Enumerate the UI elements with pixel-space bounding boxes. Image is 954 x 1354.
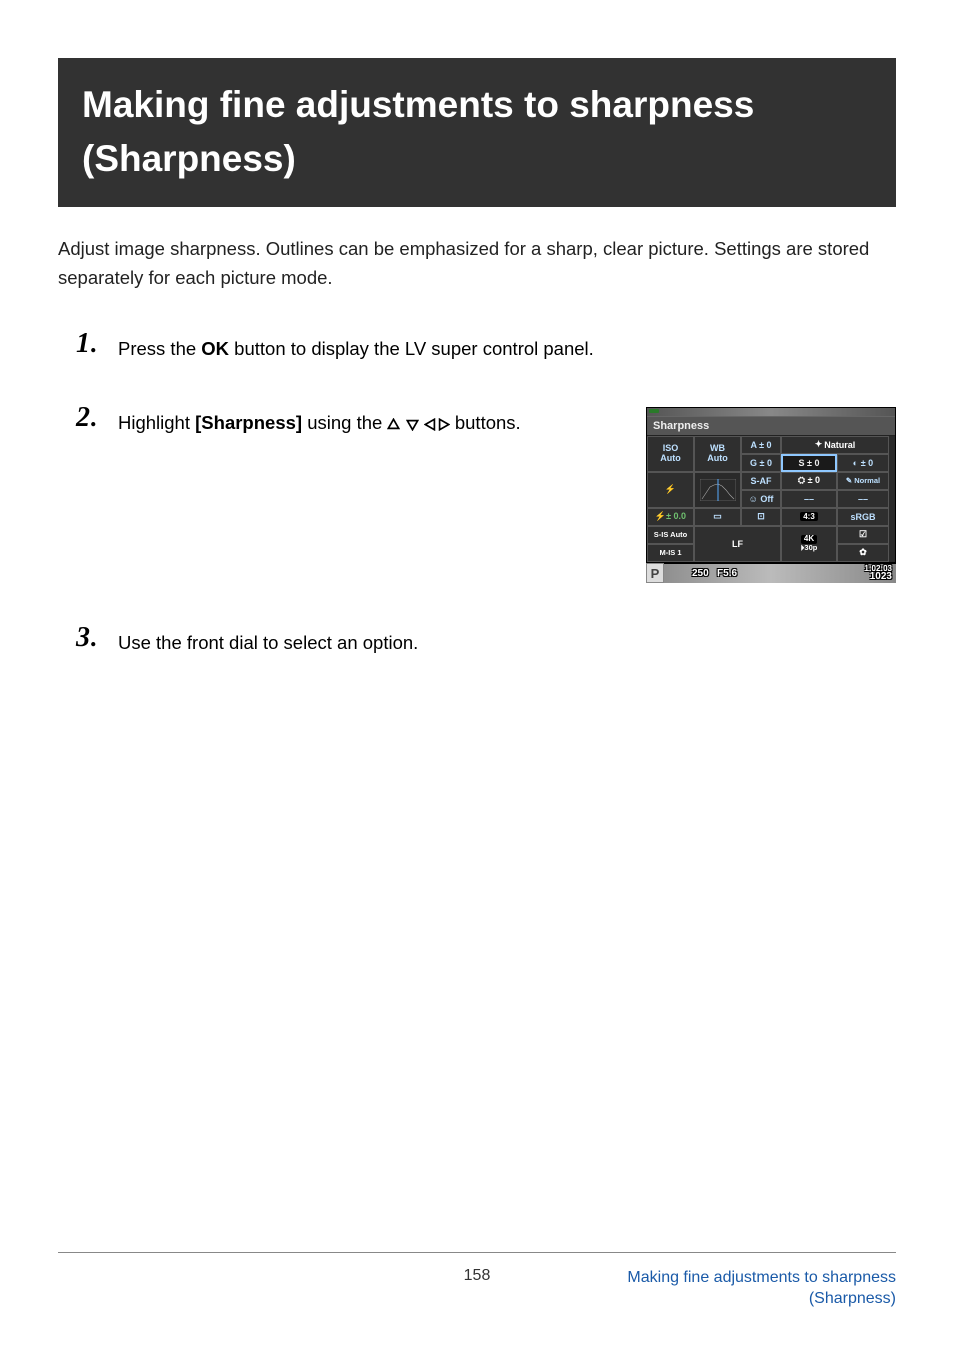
lv-video-quality: 4K⏵30p bbox=[781, 526, 837, 562]
lv-aspect: 4:3 bbox=[781, 508, 837, 526]
lv-bottom-bar: P 250 F5.6 1:02:03 1023 bbox=[646, 563, 896, 583]
page-number: 158 bbox=[464, 1267, 491, 1285]
step-2: 2. Highlight [Sharpness] using the bbox=[58, 407, 896, 583]
lv-super-control-panel: Sharpness ISOAuto WBAuto A ± 0 ✦Natural bbox=[646, 407, 896, 583]
lv-shutter: 250 bbox=[692, 568, 709, 579]
step-1: 1. Press the OK button to display the LV… bbox=[58, 333, 896, 363]
lv-saturation: ⛭ ± 0 bbox=[781, 472, 837, 490]
step-3-text: Use the front dial to select an option. bbox=[118, 627, 896, 656]
lv-af-mode: S-AF bbox=[741, 472, 781, 490]
lv-gradation: ✎ Normal bbox=[837, 472, 889, 490]
lv-still-is: S-IS Auto bbox=[647, 526, 694, 544]
lv-effect-1: –– bbox=[781, 490, 837, 508]
intro-paragraph: Adjust image sharpness. Outlines can be … bbox=[58, 235, 896, 292]
lv-face-priority: ☺ Off bbox=[741, 490, 781, 508]
lv-drive-mode: ▭ bbox=[694, 508, 741, 526]
step-number-2: 2. bbox=[76, 402, 97, 434]
lv-g-shift: G ± 0 bbox=[741, 454, 781, 472]
lv-fstop: F5.6 bbox=[717, 568, 737, 579]
title-line-2: (Sharpness) bbox=[82, 132, 872, 186]
lv-contrast-value: ◐ ± 0 bbox=[837, 454, 889, 472]
lv-a-shift: A ± 0 bbox=[741, 436, 781, 454]
arrow-left-icon bbox=[424, 412, 437, 438]
arrow-up-icon bbox=[387, 412, 400, 438]
lv-flash-comp: ⚡± 0.0 bbox=[647, 508, 694, 526]
step-1-text: Press the OK button to display the LV su… bbox=[118, 333, 896, 362]
lv-sharpness-value: S ± 0 bbox=[781, 454, 837, 472]
arrow-right-icon bbox=[437, 412, 450, 438]
lv-metering: ⊡ bbox=[741, 508, 781, 526]
steps-list: 1. Press the OK button to display the LV… bbox=[58, 333, 896, 657]
lv-image-quality: LF bbox=[694, 526, 781, 562]
arrow-down-icon bbox=[406, 412, 419, 438]
step-2-text: Highlight [Sharpness] using the buttons. bbox=[118, 407, 626, 438]
lv-flash-mode: ⚡ bbox=[647, 472, 694, 508]
lv-histogram bbox=[694, 472, 741, 508]
lv-assign-2: ✿ bbox=[837, 544, 889, 562]
lv-top-bar bbox=[647, 408, 895, 416]
lv-effect-2: –– bbox=[837, 490, 889, 508]
lv-color-space: sRGB bbox=[837, 508, 889, 526]
lv-assign-1: ☑ bbox=[837, 526, 889, 544]
step-number-1: 1. bbox=[76, 328, 97, 360]
lv-movie-is: M-IS 1 bbox=[647, 544, 694, 562]
step-3: 3. Use the front dial to select an optio… bbox=[58, 627, 896, 657]
lv-shots-remaining: 1023 bbox=[870, 571, 892, 582]
lv-header: Sharpness bbox=[647, 416, 895, 436]
title-line-1: Making fine adjustments to sharpness bbox=[82, 78, 872, 132]
footer-section-link[interactable]: Making fine adjustments to sharpness (Sh… bbox=[627, 1267, 896, 1310]
lv-wb: WBAuto bbox=[694, 436, 741, 472]
histogram-icon bbox=[700, 479, 736, 501]
page-title-block: Making fine adjustments to sharpness (Sh… bbox=[58, 58, 896, 207]
step-number-3: 3. bbox=[76, 622, 97, 654]
page-footer: 158 Making fine adjustments to sharpness… bbox=[58, 1252, 896, 1310]
lv-picture-mode: ✦Natural bbox=[781, 436, 889, 454]
lv-iso: ISOAuto bbox=[647, 436, 694, 472]
lv-mode-badge: P bbox=[646, 563, 664, 583]
